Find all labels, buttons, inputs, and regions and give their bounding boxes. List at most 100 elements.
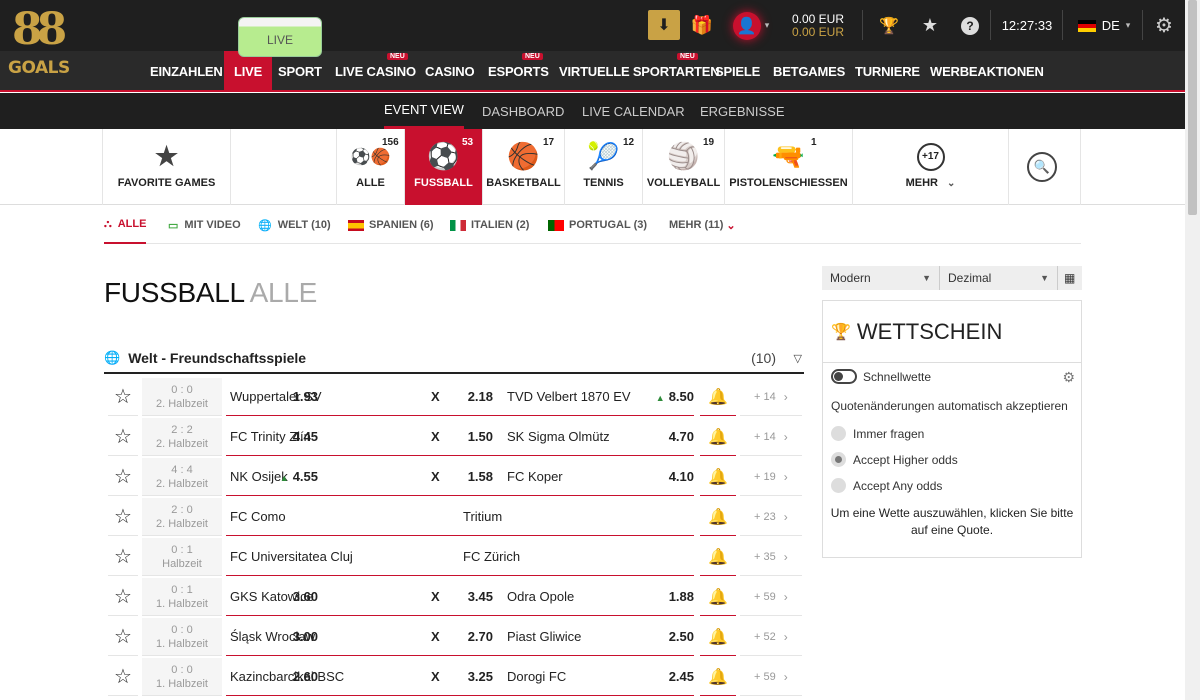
filter-portugal[interactable]: PORTUGAL (3)	[548, 206, 647, 244]
away-team[interactable]: FC Koper	[507, 458, 563, 496]
nav-live-casino[interactable]: LIVE CASINO NEU	[335, 51, 416, 92]
language-selector[interactable]: DE ▾	[1072, 0, 1136, 51]
trophy-icon[interactable]: 🏆	[875, 0, 903, 51]
odds-draw-label[interactable]: X	[431, 378, 440, 416]
odds-draw-label[interactable]: X	[431, 418, 440, 456]
balance[interactable]: 0.00 EUR 0.00 EUR	[786, 0, 850, 51]
odds-draw-label[interactable]: X	[431, 578, 440, 616]
scrollbar[interactable]	[1185, 0, 1200, 700]
nav-virtual-sports[interactable]: VIRTUELLE SPORTARTEN NEU	[559, 51, 720, 92]
sport-favorite-games[interactable]: ★ FAVORITE GAMES	[102, 129, 231, 205]
bell-icon[interactable]: 🔔	[700, 378, 736, 416]
sport-basketball[interactable]: 🏀 17 BASKETBALL	[483, 129, 565, 205]
tab-live-calendar[interactable]: LIVE CALENDAR	[582, 93, 685, 129]
odds-format-select[interactable]: Dezimal ▼	[940, 266, 1058, 290]
option-accept-any[interactable]: Accept Any odds	[831, 478, 942, 493]
favorites-star-icon[interactable]: ★	[917, 0, 943, 51]
nav-turniere[interactable]: TURNIERE	[855, 51, 920, 92]
favorite-star-icon[interactable]: ☆	[108, 458, 138, 496]
nav-casino[interactable]: CASINO	[425, 51, 475, 92]
odds-draw-label[interactable]: X	[431, 458, 440, 496]
odds-home[interactable]: ▲ 4.55	[280, 458, 318, 497]
league-header[interactable]: 🌐 Welt - Freundschaftsspiele (10) ▽	[104, 344, 804, 374]
home-team[interactable]: FC Universitatea Cluj	[230, 538, 353, 576]
bell-icon[interactable]: 🔔	[700, 498, 736, 536]
odds-away[interactable]: 4.10	[669, 458, 694, 496]
odds-draw-label[interactable]: X	[431, 618, 440, 656]
favorite-star-icon[interactable]: ☆	[108, 498, 138, 536]
more-markets[interactable]: + 59 ›	[740, 578, 802, 616]
nav-esports[interactable]: ESPORTS NEU	[488, 51, 549, 92]
more-markets[interactable]: + 14 ›	[740, 378, 802, 416]
radio-button[interactable]	[831, 452, 846, 467]
filter-more[interactable]: MEHR (11) ⌄	[669, 206, 736, 244]
sport-pistolenschiessen[interactable]: 🔫 1 PISTOLENSCHIESSEN	[725, 129, 853, 205]
odds-away[interactable]: 2.50	[669, 618, 694, 656]
favorite-star-icon[interactable]: ☆	[108, 378, 138, 416]
betslip-gear-icon[interactable]: ⚙	[1062, 369, 1075, 386]
bell-icon[interactable]: 🔔	[700, 658, 736, 696]
more-markets[interactable]: + 52 ›	[740, 618, 802, 656]
nav-betgames[interactable]: BETGAMES	[773, 51, 845, 92]
odds-home[interactable]: 4.45	[293, 418, 318, 456]
more-markets[interactable]: + 23 ›	[740, 498, 802, 536]
odds-home[interactable]: 3.60	[293, 578, 318, 616]
toggle-switch[interactable]	[831, 369, 857, 384]
filter-spanien[interactable]: SPANIEN (6)	[348, 206, 434, 244]
sport-volleyball[interactable]: 🏐 19 VOLLEYBALL	[643, 129, 725, 205]
odds-draw[interactable]: 1.58	[468, 458, 493, 496]
odds-away[interactable]: 4.70	[669, 418, 694, 456]
tab-event-view[interactable]: EVENT VIEW	[384, 93, 464, 129]
bell-icon[interactable]: 🔔	[700, 578, 736, 616]
odds-away[interactable]: 2.45	[669, 658, 694, 696]
sport-tennis[interactable]: 🎾 12 TENNIS	[565, 129, 643, 205]
odds-away[interactable]: 1.88	[669, 578, 694, 616]
odds-draw[interactable]: 3.25	[468, 658, 493, 696]
nav-live[interactable]: LIVE	[224, 51, 273, 92]
tab-dashboard[interactable]: DASHBOARD	[482, 93, 564, 129]
odds-draw-label[interactable]: X	[431, 658, 440, 696]
away-team[interactable]: Odra Opole	[507, 578, 574, 616]
away-team[interactable]: TVD Velbert 1870 EV	[507, 378, 631, 416]
radio-button[interactable]	[831, 478, 846, 493]
odds-home[interactable]: 3.00	[293, 618, 318, 656]
nav-einzahlen[interactable]: EINZAHLEN	[150, 51, 223, 92]
help-button[interactable]: ?	[957, 0, 983, 51]
sport-alle[interactable]: ⚽🏀 156 ALLE	[337, 129, 405, 205]
more-markets[interactable]: + 19 ›	[740, 458, 802, 496]
more-markets[interactable]: + 14 ›	[740, 418, 802, 456]
odds-draw[interactable]: 2.70	[468, 618, 493, 656]
favorite-star-icon[interactable]: ☆	[108, 618, 138, 656]
filter-welt[interactable]: 🌐 WELT (10)	[258, 206, 331, 244]
odds-style-select[interactable]: Modern ▼	[822, 266, 940, 290]
settings-gear-icon[interactable]: ⚙	[1150, 0, 1178, 51]
filter-mit-video[interactable]: ▭ MIT VIDEO	[168, 206, 241, 244]
user-menu[interactable]: 👤 ▾	[728, 0, 774, 51]
scrollbar-thumb[interactable]	[1188, 0, 1197, 215]
odds-draw[interactable]: 2.18	[468, 378, 493, 416]
favorite-star-icon[interactable]: ☆	[108, 658, 138, 696]
nav-spiele[interactable]: SPIELE	[715, 51, 760, 92]
88goals-logo[interactable]: 88 GOALS	[8, 6, 70, 82]
more-markets[interactable]: + 35 ›	[740, 538, 802, 576]
live-button[interactable]: LIVE	[238, 17, 322, 57]
bell-icon[interactable]: 🔔	[700, 458, 736, 496]
gift-icon[interactable]: 🎁	[688, 0, 716, 51]
bell-icon[interactable]: 🔔	[700, 618, 736, 656]
search-icon[interactable]: 🔍	[1027, 152, 1057, 182]
nav-sport[interactable]: SPORT	[278, 51, 322, 92]
sport-fussball[interactable]: ⚽ 53 FUSSBALL	[405, 129, 483, 205]
away-team[interactable]: SK Sigma Olmütz	[507, 418, 610, 456]
home-team[interactable]: Kazincbarcikai BSC	[230, 658, 344, 696]
odds-home[interactable]: 1.93	[293, 378, 318, 416]
calculator-icon[interactable]: ▦	[1058, 266, 1082, 290]
odds-away[interactable]: ▲ 8.50	[656, 378, 694, 417]
more-markets[interactable]: + 59 ›	[740, 658, 802, 696]
favorite-star-icon[interactable]: ☆	[108, 418, 138, 456]
odds-home[interactable]: 2.60	[293, 658, 318, 696]
option-accept-higher[interactable]: Accept Higher odds	[831, 452, 958, 467]
bell-icon[interactable]: 🔔	[700, 418, 736, 456]
home-team[interactable]: FC Como	[230, 498, 286, 536]
odds-draw[interactable]: 1.50	[468, 418, 493, 456]
favorite-star-icon[interactable]: ☆	[108, 538, 138, 576]
